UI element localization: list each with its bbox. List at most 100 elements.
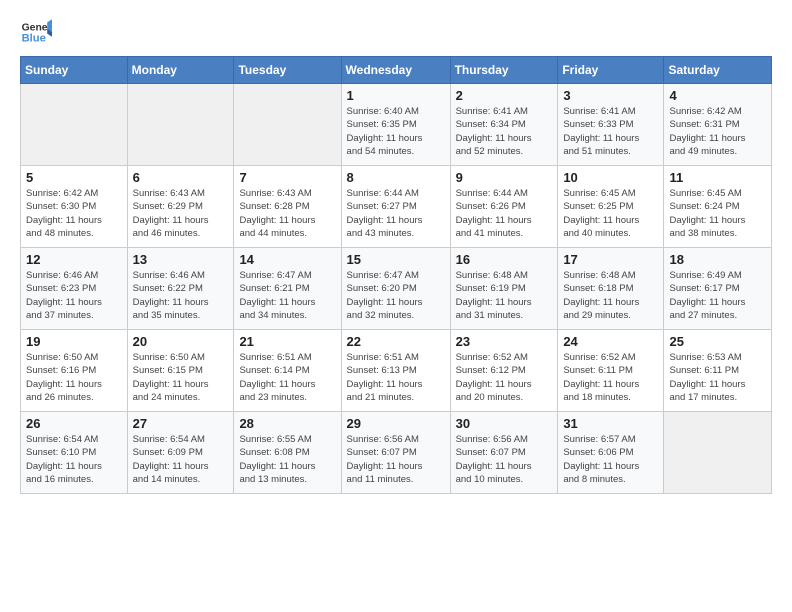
day-number: 5 [26, 170, 122, 185]
day-info: Sunrise: 6:56 AM Sunset: 6:07 PM Dayligh… [456, 433, 553, 486]
calendar-cell: 26 Sunrise: 6:54 AM Sunset: 6:10 PM Dayli… [21, 412, 128, 494]
weekday-header-tuesday: Tuesday [234, 57, 341, 84]
calendar-cell: 15 Sunrise: 6:47 AM Sunset: 6:20 PM Dayli… [341, 248, 450, 330]
day-number: 9 [456, 170, 553, 185]
day-number: 18 [669, 252, 766, 267]
calendar-cell: 18 Sunrise: 6:49 AM Sunset: 6:17 PM Dayli… [664, 248, 772, 330]
day-number: 19 [26, 334, 122, 349]
day-info: Sunrise: 6:43 AM Sunset: 6:28 PM Dayligh… [239, 187, 335, 240]
calendar-cell: 24Sunrise: 6:52 AM Sunset: 6:11 PM Dayli… [558, 330, 664, 412]
day-info: Sunrise: 6:53 AM Sunset: 6:11 PM Dayligh… [669, 351, 766, 404]
day-info: Sunrise: 6:52 AM Sunset: 6:12 PM Dayligh… [456, 351, 553, 404]
calendar-cell: 11Sunrise: 6:45 AM Sunset: 6:24 PM Dayli… [664, 166, 772, 248]
day-number: 7 [239, 170, 335, 185]
calendar-cell: 29 Sunrise: 6:56 AM Sunset: 6:07 PM Dayli… [341, 412, 450, 494]
day-number: 30 [456, 416, 553, 431]
calendar-cell [21, 84, 128, 166]
calendar-cell: 1Sunrise: 6:40 AM Sunset: 6:35 PM Daylig… [341, 84, 450, 166]
day-number: 15 [347, 252, 445, 267]
calendar-cell: 27 Sunrise: 6:54 AM Sunset: 6:09 PM Dayli… [127, 412, 234, 494]
logo: General Blue [20, 16, 52, 48]
day-number: 22 [347, 334, 445, 349]
day-info: Sunrise: 6:49 AM Sunset: 6:17 PM Dayligh… [669, 269, 766, 322]
day-info: Sunrise: 6:50 AM Sunset: 6:16 PM Dayligh… [26, 351, 122, 404]
calendar-cell: 30 Sunrise: 6:56 AM Sunset: 6:07 PM Dayli… [450, 412, 558, 494]
calendar-table: SundayMondayTuesdayWednesdayThursdayFrid… [20, 56, 772, 494]
day-info: Sunrise: 6:57 AM Sunset: 6:06 PM Dayligh… [563, 433, 658, 486]
calendar-cell: 19 Sunrise: 6:50 AM Sunset: 6:16 PM Dayli… [21, 330, 128, 412]
header: General Blue [20, 16, 772, 48]
day-number: 6 [133, 170, 229, 185]
week-row-2: 5 Sunrise: 6:42 AM Sunset: 6:30 PM Daylig… [21, 166, 772, 248]
calendar-cell: 10Sunrise: 6:45 AM Sunset: 6:25 PM Dayli… [558, 166, 664, 248]
weekday-header-sunday: Sunday [21, 57, 128, 84]
day-info: Sunrise: 6:45 AM Sunset: 6:24 PM Dayligh… [669, 187, 766, 240]
calendar-cell [234, 84, 341, 166]
calendar-cell: 4Sunrise: 6:42 AM Sunset: 6:31 PM Daylig… [664, 84, 772, 166]
calendar-cell: 5 Sunrise: 6:42 AM Sunset: 6:30 PM Daylig… [21, 166, 128, 248]
day-info: Sunrise: 6:54 AM Sunset: 6:10 PM Dayligh… [26, 433, 122, 486]
calendar-cell: 31Sunrise: 6:57 AM Sunset: 6:06 PM Dayli… [558, 412, 664, 494]
weekday-header-saturday: Saturday [664, 57, 772, 84]
calendar-cell: 3 Sunrise: 6:41 AM Sunset: 6:33 PM Daylig… [558, 84, 664, 166]
calendar-cell: 12 Sunrise: 6:46 AM Sunset: 6:23 PM Dayli… [21, 248, 128, 330]
day-info: Sunrise: 6:47 AM Sunset: 6:20 PM Dayligh… [347, 269, 445, 322]
day-info: Sunrise: 6:44 AM Sunset: 6:26 PM Dayligh… [456, 187, 553, 240]
calendar-cell: 22 Sunrise: 6:51 AM Sunset: 6:13 PM Dayli… [341, 330, 450, 412]
day-number: 13 [133, 252, 229, 267]
calendar-cell: 14 Sunrise: 6:47 AM Sunset: 6:21 PM Dayli… [234, 248, 341, 330]
day-info: Sunrise: 6:47 AM Sunset: 6:21 PM Dayligh… [239, 269, 335, 322]
day-info: Sunrise: 6:42 AM Sunset: 6:31 PM Dayligh… [669, 105, 766, 158]
calendar-cell: 17Sunrise: 6:48 AM Sunset: 6:18 PM Dayli… [558, 248, 664, 330]
day-info: Sunrise: 6:51 AM Sunset: 6:14 PM Dayligh… [239, 351, 335, 404]
day-info: Sunrise: 6:43 AM Sunset: 6:29 PM Dayligh… [133, 187, 229, 240]
weekday-header-wednesday: Wednesday [341, 57, 450, 84]
day-info: Sunrise: 6:50 AM Sunset: 6:15 PM Dayligh… [133, 351, 229, 404]
day-number: 12 [26, 252, 122, 267]
day-number: 14 [239, 252, 335, 267]
day-number: 8 [347, 170, 445, 185]
calendar-cell: 28Sunrise: 6:55 AM Sunset: 6:08 PM Dayli… [234, 412, 341, 494]
week-row-5: 26 Sunrise: 6:54 AM Sunset: 6:10 PM Dayli… [21, 412, 772, 494]
calendar-cell [664, 412, 772, 494]
calendar-cell: 21 Sunrise: 6:51 AM Sunset: 6:14 PM Dayli… [234, 330, 341, 412]
svg-text:Blue: Blue [22, 33, 46, 45]
calendar-cell: 9 Sunrise: 6:44 AM Sunset: 6:26 PM Daylig… [450, 166, 558, 248]
day-number: 1 [347, 88, 445, 103]
day-info: Sunrise: 6:44 AM Sunset: 6:27 PM Dayligh… [347, 187, 445, 240]
day-number: 28 [239, 416, 335, 431]
page: General Blue SundayMondayTuesdayWednesda… [0, 0, 792, 612]
calendar-cell: 20Sunrise: 6:50 AM Sunset: 6:15 PM Dayli… [127, 330, 234, 412]
day-number: 29 [347, 416, 445, 431]
day-info: Sunrise: 6:54 AM Sunset: 6:09 PM Dayligh… [133, 433, 229, 486]
calendar-cell: 13 Sunrise: 6:46 AM Sunset: 6:22 PM Dayli… [127, 248, 234, 330]
day-number: 27 [133, 416, 229, 431]
day-info: Sunrise: 6:46 AM Sunset: 6:23 PM Dayligh… [26, 269, 122, 322]
day-info: Sunrise: 6:42 AM Sunset: 6:30 PM Dayligh… [26, 187, 122, 240]
weekday-header-row: SundayMondayTuesdayWednesdayThursdayFrid… [21, 57, 772, 84]
week-row-3: 12 Sunrise: 6:46 AM Sunset: 6:23 PM Dayli… [21, 248, 772, 330]
day-info: Sunrise: 6:48 AM Sunset: 6:19 PM Dayligh… [456, 269, 553, 322]
day-number: 25 [669, 334, 766, 349]
day-info: Sunrise: 6:51 AM Sunset: 6:13 PM Dayligh… [347, 351, 445, 404]
day-number: 26 [26, 416, 122, 431]
day-info: Sunrise: 6:52 AM Sunset: 6:11 PM Dayligh… [563, 351, 658, 404]
day-number: 23 [456, 334, 553, 349]
weekday-header-friday: Friday [558, 57, 664, 84]
calendar-cell: 2 Sunrise: 6:41 AM Sunset: 6:34 PM Daylig… [450, 84, 558, 166]
day-number: 10 [563, 170, 658, 185]
calendar-cell: 7 Sunrise: 6:43 AM Sunset: 6:28 PM Daylig… [234, 166, 341, 248]
day-info: Sunrise: 6:46 AM Sunset: 6:22 PM Dayligh… [133, 269, 229, 322]
calendar-cell: 6 Sunrise: 6:43 AM Sunset: 6:29 PM Daylig… [127, 166, 234, 248]
calendar-cell: 8 Sunrise: 6:44 AM Sunset: 6:27 PM Daylig… [341, 166, 450, 248]
day-info: Sunrise: 6:41 AM Sunset: 6:34 PM Dayligh… [456, 105, 553, 158]
day-number: 21 [239, 334, 335, 349]
calendar-cell [127, 84, 234, 166]
day-info: Sunrise: 6:56 AM Sunset: 6:07 PM Dayligh… [347, 433, 445, 486]
day-number: 3 [563, 88, 658, 103]
calendar-cell: 25 Sunrise: 6:53 AM Sunset: 6:11 PM Dayli… [664, 330, 772, 412]
day-number: 2 [456, 88, 553, 103]
day-info: Sunrise: 6:48 AM Sunset: 6:18 PM Dayligh… [563, 269, 658, 322]
calendar-cell: 16Sunrise: 6:48 AM Sunset: 6:19 PM Dayli… [450, 248, 558, 330]
day-info: Sunrise: 6:41 AM Sunset: 6:33 PM Dayligh… [563, 105, 658, 158]
